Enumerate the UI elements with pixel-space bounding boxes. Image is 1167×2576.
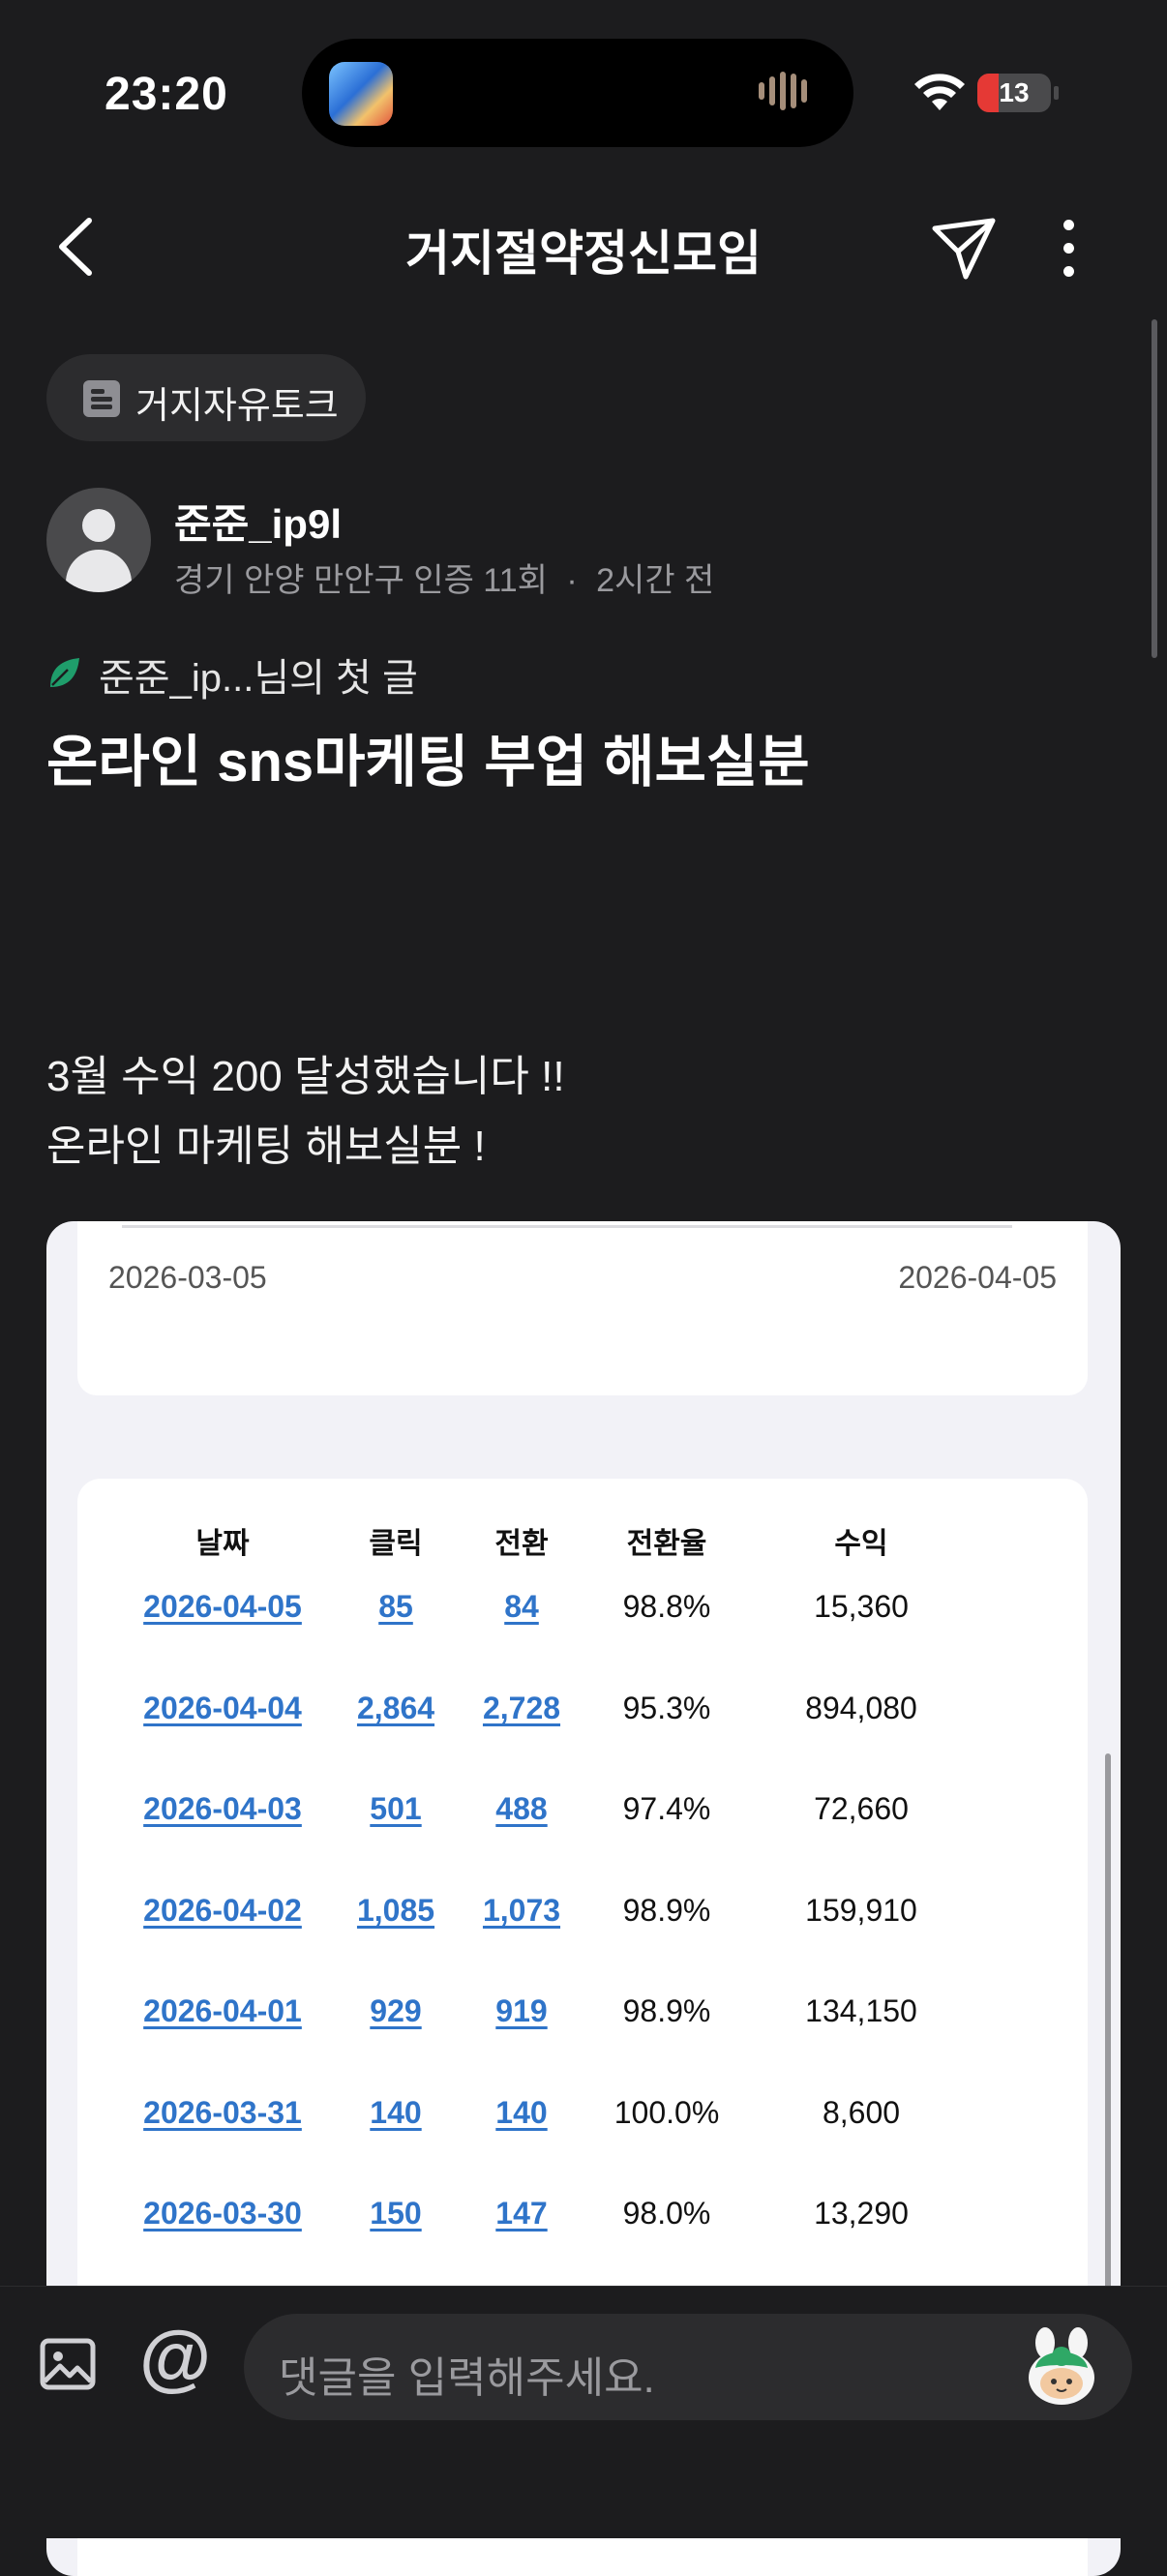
cell-date[interactable]: 2026-04-05 <box>116 1589 329 1625</box>
dynamic-island[interactable] <box>302 39 853 147</box>
cell-conversions[interactable]: 84 <box>468 1589 575 1625</box>
page-scrollbar[interactable] <box>1152 319 1157 658</box>
cell-clicks[interactable]: 140 <box>343 2095 449 2131</box>
wifi-icon <box>914 74 965 110</box>
more-options-icon[interactable] <box>1045 211 1092 285</box>
cell-clicks[interactable]: 150 <box>343 2196 449 2232</box>
leaf-icon <box>50 658 79 687</box>
cell-date[interactable]: 2026-03-31 <box>116 2095 329 2131</box>
post-body-line-2: 온라인 마케팅 해보실분 ! <box>46 1123 486 1170</box>
cell-date[interactable]: 2026-04-01 <box>116 1993 329 2029</box>
post-body-line-1: 3월 수익 200 달성했습니다 !! <box>46 1053 565 1100</box>
cell-date[interactable]: 2026-04-02 <box>116 1893 329 1929</box>
date-range-start: 2026-03-05 <box>108 1260 267 1295</box>
cell-revenue: 72,660 <box>814 1791 909 1826</box>
mascot-sticker-icon[interactable] <box>1018 2325 1105 2412</box>
header-conversions: 전환 <box>494 1528 549 1560</box>
post-time: 2시간 전 <box>596 562 715 599</box>
header-clicks: 클릭 <box>369 1528 423 1560</box>
back-arrow-icon[interactable] <box>48 213 106 281</box>
header-rate: 전환율 <box>626 1528 707 1560</box>
comment-placeholder: 댓글을 입력해주세요. <box>279 2354 655 2402</box>
board-icon <box>83 380 120 417</box>
board-label: 거지자유토크 <box>135 386 339 427</box>
battery-level: 13 <box>999 77 1030 107</box>
cell-conversions[interactable]: 919 <box>468 1993 575 2029</box>
author-location: 경기 안양 만안구 인증 11회 <box>174 562 548 599</box>
cell-rate: 98.9% <box>622 1892 711 1928</box>
cell-rate: 95.3% <box>622 1690 711 1725</box>
cell-rate: 98.0% <box>622 2196 711 2231</box>
avatar[interactable] <box>46 488 151 592</box>
cell-rate: 98.8% <box>622 1589 711 1624</box>
cell-conversions[interactable]: 140 <box>468 2095 575 2131</box>
cell-revenue: 13,290 <box>814 2196 909 2231</box>
battery-indicator: 13 <box>977 74 1051 112</box>
date-range-end: 2026-04-05 <box>898 1260 1057 1295</box>
first-post-text: 준준_ip...님의 첫 글 <box>99 657 418 700</box>
header-revenue: 수익 <box>834 1528 888 1560</box>
cell-date[interactable]: 2026-03-30 <box>116 2196 329 2232</box>
top-nav: 거지절약정신모임 <box>0 184 1167 310</box>
post-title: 온라인 sns마케팅 부업 해보실분 <box>46 731 810 794</box>
cell-rate: 97.4% <box>622 1791 711 1826</box>
cell-clicks[interactable]: 501 <box>343 1791 449 1827</box>
cell-revenue: 159,910 <box>805 1892 917 1928</box>
image-scrollbar[interactable] <box>1105 1753 1111 2295</box>
cell-clicks[interactable]: 2,864 <box>343 1691 449 1726</box>
status-bar: 23:20 13 <box>0 0 1167 184</box>
comment-bar: @ 댓글을 입력해주세요. <box>0 2286 1167 2538</box>
cell-conversions[interactable]: 147 <box>468 2196 575 2232</box>
comment-input[interactable]: 댓글을 입력해주세요. <box>244 2314 1132 2420</box>
cell-revenue: 134,150 <box>805 1993 917 2028</box>
author-name[interactable]: 준준_ip9l <box>174 492 342 551</box>
cell-revenue: 8,600 <box>822 2094 901 2130</box>
cell-revenue: 894,080 <box>805 1690 917 1725</box>
author-meta: 경기 안양 만안구 인증 11회 · 2시간 전 <box>174 554 714 601</box>
header-date: 날짜 <box>195 1528 250 1560</box>
meta-separator: · <box>566 562 578 599</box>
cell-conversions[interactable]: 1,073 <box>468 1893 575 1929</box>
now-playing-app-icon[interactable] <box>329 62 393 126</box>
page-title: 거지절약정신모임 <box>405 226 762 281</box>
cell-clicks[interactable]: 1,085 <box>343 1893 449 1929</box>
share-icon[interactable] <box>929 213 999 283</box>
status-time: 23:20 <box>105 69 228 120</box>
cell-rate: 100.0% <box>613 2094 720 2130</box>
cell-clicks[interactable]: 85 <box>343 1589 449 1625</box>
board-chip[interactable]: 거지자유토크 <box>46 354 366 441</box>
date-range-panel: 2026-03-05 2026-04-05 <box>77 1221 1088 1395</box>
image-icon[interactable] <box>39 2335 97 2393</box>
cell-conversions[interactable]: 2,728 <box>468 1691 575 1726</box>
cell-revenue: 15,360 <box>814 1589 909 1624</box>
mention-button[interactable]: @ <box>139 2320 211 2397</box>
audio-waveform-icon <box>759 72 821 114</box>
cell-rate: 98.9% <box>622 1993 711 2028</box>
cell-date[interactable]: 2026-04-04 <box>116 1691 329 1726</box>
cell-date[interactable]: 2026-04-03 <box>116 1791 329 1827</box>
cell-clicks[interactable]: 929 <box>343 1993 449 2029</box>
cell-conversions[interactable]: 488 <box>468 1791 575 1827</box>
